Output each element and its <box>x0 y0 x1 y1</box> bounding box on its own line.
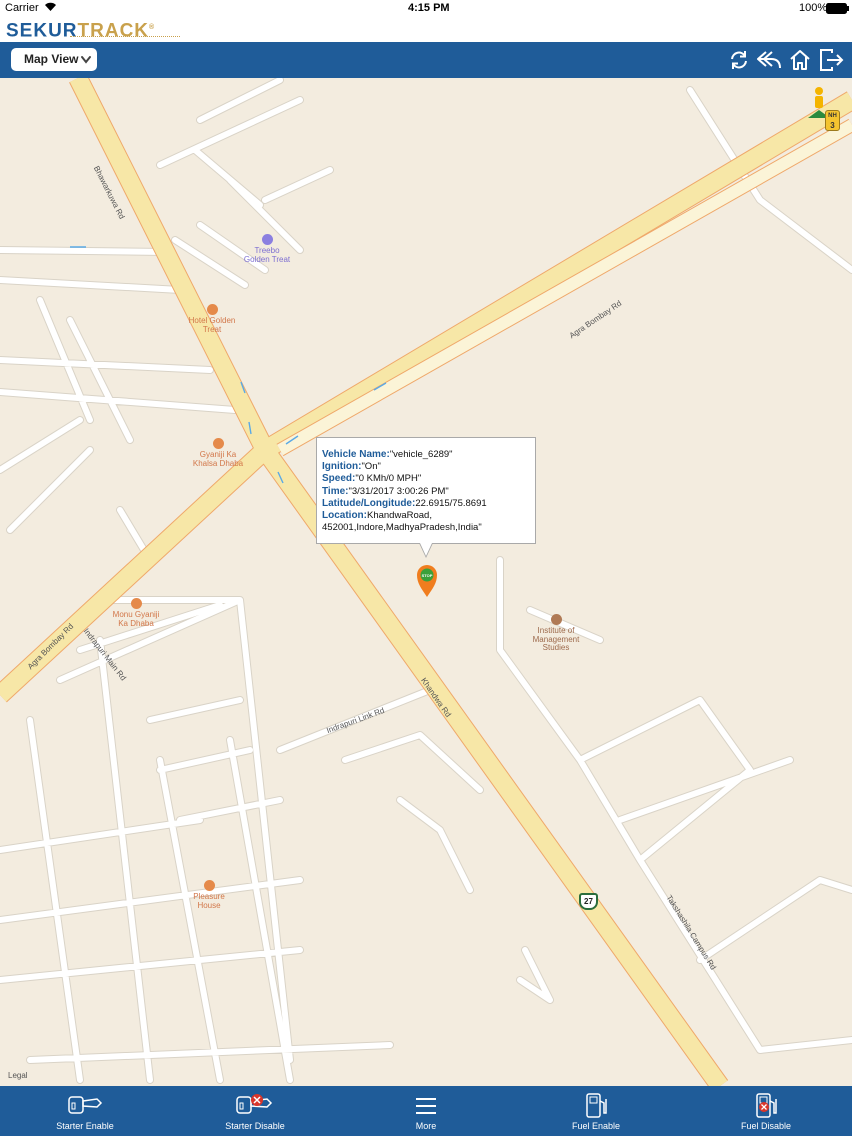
tab-starter-enable-label: Starter Enable <box>56 1121 114 1131</box>
info-time-value: "3/31/2017 3:00:26 PM" <box>348 485 449 497</box>
info-window-tail-fill <box>420 543 432 556</box>
tab-fuel-enable-label: Fuel Enable <box>571 1121 621 1131</box>
header-actions <box>728 48 844 72</box>
poi-hotel-line2: Treat <box>202 324 222 334</box>
bottom-tab-bar: Starter Enable Starter Disable More Fuel… <box>0 1086 852 1136</box>
logout-icon[interactable] <box>818 48 844 72</box>
tab-fuel-disable[interactable]: Fuel Disable <box>706 1086 826 1136</box>
highway-27-number: 27 <box>584 897 593 906</box>
tab-starter-disable[interactable]: Starter Disable <box>195 1086 315 1136</box>
poi-institute-line3: Studies <box>542 643 570 652</box>
info-ignition-row: Ignition:"On" <box>322 461 535 473</box>
logo-part-sekur: SEKUR <box>6 20 78 42</box>
view-selector[interactable]: Map View <box>11 48 97 71</box>
poi-institute[interactable]: Institute of Management Studies <box>516 614 596 653</box>
poi-monu-line2: Ka Dhaba <box>118 618 154 628</box>
fuel-enable-icon <box>586 1093 607 1118</box>
tab-fuel-enable[interactable]: Fuel Enable <box>536 1086 656 1136</box>
restaurant-icon <box>203 880 215 891</box>
poi-pleasure-house[interactable]: Pleasure House <box>174 880 244 910</box>
restaurant-icon <box>130 598 142 609</box>
fuel-disable-icon <box>756 1093 777 1118</box>
chevron-down-icon <box>80 48 92 79</box>
info-vehicle-label: Vehicle Name: <box>322 449 390 460</box>
info-latlng-label: Latitude/Longitude: <box>322 497 416 509</box>
nh-shield-icon: NH 3 <box>825 110 840 131</box>
map-legal-link[interactable]: Legal <box>8 1071 28 1080</box>
clock: 4:15 PM <box>408 2 450 14</box>
logo-underline <box>70 36 180 39</box>
info-vehicle-value: "vehicle_6289" <box>389 449 453 460</box>
info-latlng-row: Latitude/Longitude:22.6915/75.8691 <box>322 498 535 510</box>
poi-monu-gyaniji[interactable]: Monu Gyaniji Ka Dhaba <box>101 598 171 628</box>
poi-treebo[interactable]: Treebo Golden Treat <box>232 234 302 264</box>
info-speed-value: "0 KMh/0 MPH" <box>355 473 422 485</box>
logo-registered: ® <box>149 24 156 31</box>
menu-icon <box>416 1098 436 1114</box>
restaurant-icon <box>212 438 224 449</box>
poi-pleasure-line2: House <box>197 900 221 910</box>
nh-shield-number: 3 <box>830 121 835 130</box>
tab-more-label: More <box>415 1121 437 1131</box>
view-selector-label: Map View <box>24 52 79 66</box>
info-location-value-1: KhandwaRoad, <box>367 510 432 522</box>
carrier-label: Carrier <box>5 2 39 14</box>
info-time-row: Time:"3/31/2017 3:00:26 PM" <box>322 486 535 498</box>
hotel-icon <box>261 234 273 245</box>
info-speed-label: Speed: <box>322 473 356 485</box>
app-logo: SEKURTRACK® <box>6 18 180 42</box>
vehicle-stop-marker-icon[interactable]: STOP <box>416 564 438 603</box>
marker-stop-text: STOP <box>422 573 433 578</box>
highway-27-shield-icon: 27 <box>579 893 598 910</box>
tab-more[interactable]: More <box>366 1086 486 1136</box>
info-latlng-value: 22.6915/75.8691 <box>415 497 487 509</box>
home-icon[interactable] <box>788 48 812 72</box>
poi-hotel-golden-treat[interactable]: Hotel Golden Treat <box>177 304 247 334</box>
battery-icon <box>826 3 850 17</box>
info-ignition-value: "On" <box>361 461 381 473</box>
info-location-label: Location: <box>322 510 367 522</box>
restaurant-icon <box>206 304 218 315</box>
info-location-row: Location:KhandwaRoad, <box>322 510 535 522</box>
poi-gyaniji-dhaba[interactable]: Gyaniji Ka Khalsa Dhaba <box>183 438 253 468</box>
info-vehicle-row: Vehicle Name:"vehicle_6289" <box>322 449 535 461</box>
brand-bar: SEKURTRACK® <box>0 18 852 42</box>
starter-enable-icon <box>68 1096 103 1114</box>
tab-starter-disable-label: Starter Disable <box>225 1121 285 1131</box>
info-time-label: Time: <box>322 485 349 497</box>
info-speed-row: Speed:"0 KMh/0 MPH" <box>322 473 535 485</box>
poi-treebo-line2: Golden Treat <box>243 254 291 264</box>
vehicle-info-window: Vehicle Name:"vehicle_6289" Ignition:"On… <box>316 437 536 544</box>
info-ignition-label: Ignition: <box>322 461 362 473</box>
school-icon <box>550 614 562 625</box>
starter-disable-icon <box>236 1094 273 1114</box>
tab-fuel-disable-label: Fuel Disable <box>740 1121 792 1131</box>
nh-shield-text: NH <box>828 113 837 119</box>
wifi-icon <box>44 1 57 15</box>
tab-starter-enable[interactable]: Starter Enable <box>25 1086 145 1136</box>
back-icon[interactable] <box>756 48 782 72</box>
battery-percent: 100% <box>799 2 828 14</box>
status-bar: Carrier 4:15 PM 100% <box>0 0 852 18</box>
info-location-value-2: 452001,Indore,MadhyaPradesh,India" <box>322 522 482 534</box>
refresh-icon[interactable] <box>728 48 750 72</box>
nav-bar: Map View <box>0 42 852 78</box>
poi-gyaniji-line2: Khalsa Dhaba <box>192 458 244 468</box>
